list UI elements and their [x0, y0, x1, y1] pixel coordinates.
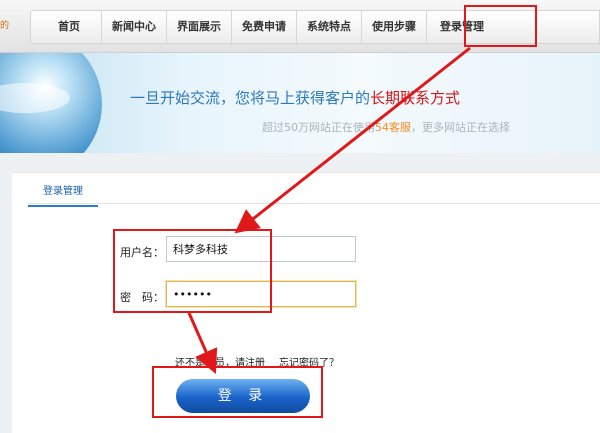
- nav-highlight-box: [464, 5, 537, 47]
- subtext-prefix: 超过50万网站正在使用: [262, 121, 375, 134]
- subtext-suffix: ，更多网站正在选择: [411, 121, 510, 134]
- subtext-highlight: 54客服: [375, 121, 411, 134]
- hero-banner: 一旦开始交流，您将马上获得客户的长期联系方式 超过50万网站正在使用54客服，更…: [0, 53, 600, 153]
- nav-item-free-apply[interactable]: 免费申请: [232, 11, 297, 43]
- nav-item-interface[interactable]: 界面展示: [167, 11, 232, 43]
- slogan-text: 一旦开始交流，您将马上获得客户的: [130, 89, 371, 107]
- nav-item-steps[interactable]: 使用步骤: [362, 11, 427, 43]
- banner-slogan: 一旦开始交流，您将马上获得客户的长期联系方式: [130, 87, 460, 108]
- slogan-highlight: 长期联系方式: [370, 89, 461, 107]
- nav-item-home[interactable]: 首页: [37, 11, 102, 43]
- nav-item-news[interactable]: 新闻中心: [102, 11, 167, 43]
- form-highlight-box: [113, 229, 272, 313]
- banner-subtext: 超过50万网站正在使用54客服，更多网站正在选择: [262, 119, 510, 135]
- nav-item-features[interactable]: 系统特点: [297, 11, 362, 43]
- logo-fragment: 的: [0, 21, 10, 31]
- tab-divider: [28, 203, 600, 204]
- button-highlight-box: [152, 366, 323, 418]
